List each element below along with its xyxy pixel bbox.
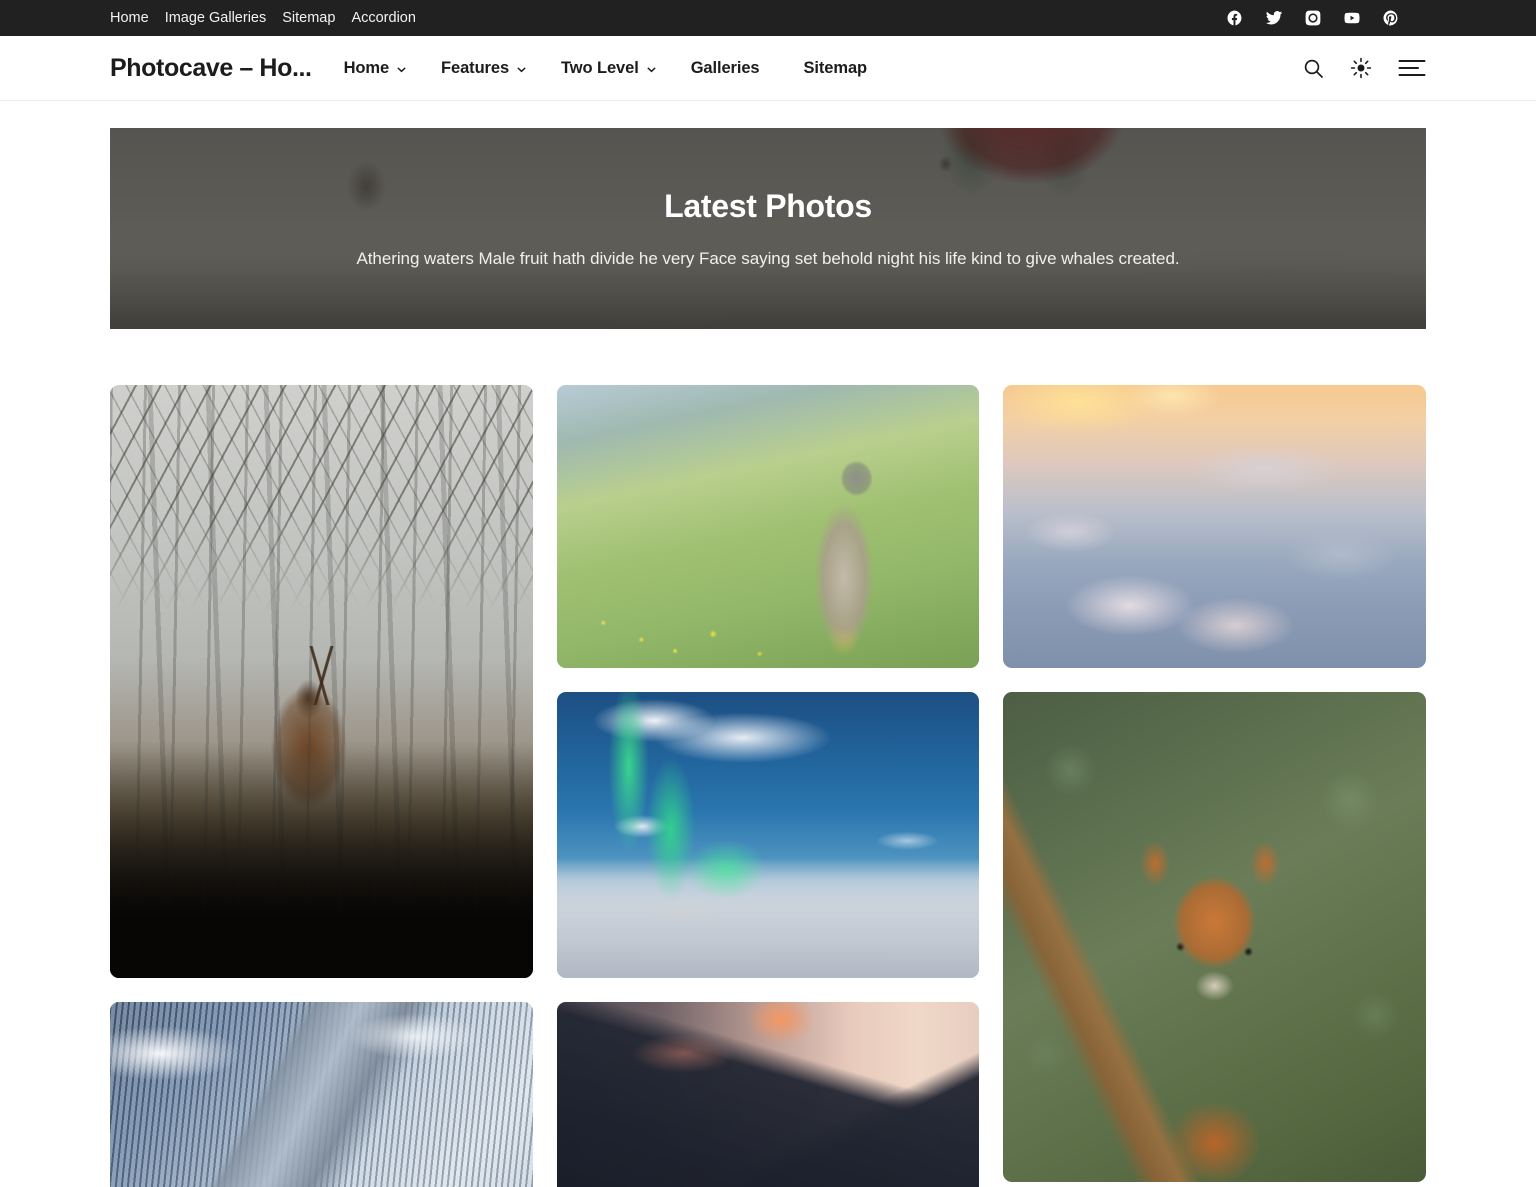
hero-subtitle: Athering waters Male fruit hath divide h… <box>356 249 1180 268</box>
chevron-down-icon <box>516 64 527 75</box>
nav-item-sitemap[interactable]: Sitemap <box>804 59 868 78</box>
page-title: Latest Photos <box>664 188 872 224</box>
topbar-links: Home Image Galleries Sitemap Accordion <box>110 11 416 26</box>
nav-label-features: Features <box>441 58 510 77</box>
photo-image <box>556 385 980 668</box>
hero-overlay <box>110 128 1426 329</box>
instagram-icon[interactable] <box>1304 9 1322 27</box>
site-logo[interactable]: Photocave – Ho... <box>110 54 312 83</box>
photo-red-squirrel[interactable] <box>1003 692 1426 1182</box>
hero-banner: Latest Photos Athering waters Male fruit… <box>110 128 1426 329</box>
photo-marmot-meadow[interactable] <box>556 385 980 668</box>
hamburger-menu-icon[interactable] <box>1398 58 1426 78</box>
nav-label-sitemap: Sitemap <box>803 58 868 77</box>
photo-detail-branches <box>110 385 533 611</box>
topbar-link-image-galleries[interactable]: Image Galleries <box>165 11 267 26</box>
search-icon[interactable] <box>1303 58 1324 79</box>
page-content: Latest Photos Athering waters Male fruit… <box>0 128 1536 1187</box>
photo-detail-antlers <box>279 645 364 706</box>
sun-icon[interactable] <box>1350 57 1372 79</box>
top-utility-bar: Home Image Galleries Sitemap Accordion <box>0 0 1536 36</box>
header-actions <box>1303 57 1426 79</box>
nav-item-home[interactable]: Home <box>344 59 407 78</box>
nav-label-galleries: Galleries <box>690 58 760 77</box>
photo-deer-winter-forest[interactable] <box>110 385 533 978</box>
photo-image <box>1003 385 1426 668</box>
photo-image <box>556 1002 980 1187</box>
social-links <box>1226 9 1400 27</box>
topbar-link-home[interactable]: Home <box>110 11 149 26</box>
gallery-column-3 <box>1003 385 1426 1182</box>
photo-gallery-grid <box>110 385 1426 1187</box>
main-navigation: Home Features Two Level Galleries Sitema… <box>344 59 868 78</box>
photo-glacier-ice-ridge[interactable] <box>110 1002 533 1187</box>
nav-label-two-level: Two Level <box>561 58 639 77</box>
nav-label-home: Home <box>343 58 390 77</box>
photo-image <box>1003 692 1426 1182</box>
topbar-link-sitemap[interactable]: Sitemap <box>282 11 335 26</box>
photo-matterhorn-sunset[interactable] <box>556 1002 980 1187</box>
youtube-icon[interactable] <box>1343 9 1361 27</box>
photo-clouds-sunset[interactable] <box>1003 385 1426 668</box>
gallery-column-2 <box>556 385 980 1187</box>
photo-aurora-borealis[interactable] <box>556 692 980 978</box>
facebook-icon[interactable] <box>1226 9 1244 27</box>
twitter-icon[interactable] <box>1265 9 1283 27</box>
photo-image <box>110 1002 533 1187</box>
site-header: Photocave – Ho... Home Features Two Leve… <box>0 36 1536 101</box>
nav-item-features[interactable]: Features <box>441 59 527 78</box>
chevron-down-icon <box>396 64 407 75</box>
photo-image <box>110 385 533 978</box>
pinterest-icon[interactable] <box>1382 9 1400 27</box>
nav-item-two-level[interactable]: Two Level <box>561 59 657 78</box>
gallery-column-1 <box>110 385 533 1187</box>
nav-item-galleries[interactable]: Galleries <box>691 59 760 78</box>
chevron-down-icon <box>646 64 657 75</box>
photo-image <box>556 692 980 978</box>
topbar-link-accordion[interactable]: Accordion <box>351 11 415 26</box>
